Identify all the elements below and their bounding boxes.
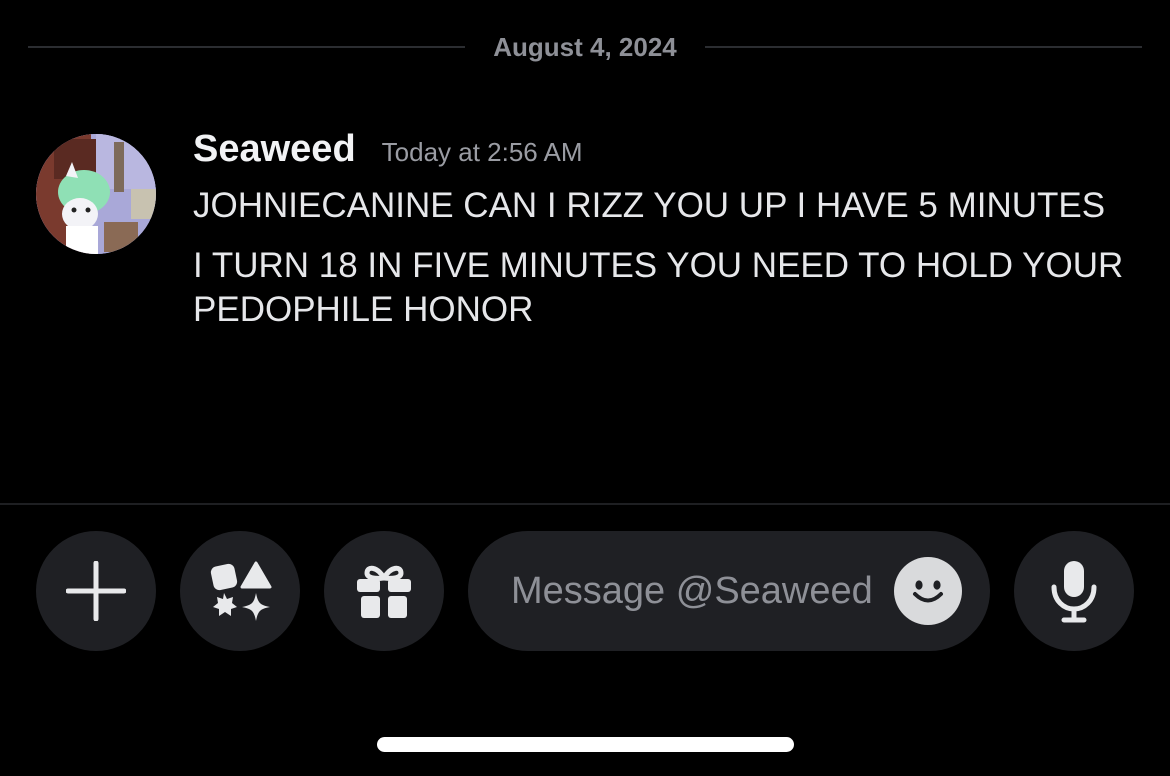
chat-screen: August 4, 2024 Seaweed Today at 2:56 AM … [0,0,1170,776]
gift-button[interactable] [324,531,444,651]
microphone-icon [1051,561,1097,623]
apps-shapes-icon [210,561,272,621]
attach-button[interactable] [36,531,156,651]
divider-line-left [28,46,466,48]
message-text: I TURN 18 IN FIVE MINUTES YOU NEED TO HO… [193,246,1124,329]
emoji-button[interactable] [894,557,962,625]
message-input-placeholder: Message @Seaweed [511,569,873,612]
timestamp: Today at 2:56 AM [381,137,583,167]
message-body: Seaweed Today at 2:56 AM JOHNIECANINE CA… [193,128,1143,332]
smiley-icon [913,580,943,603]
gift-icon [357,565,411,618]
composer-divider [0,503,1170,505]
avatar-image [36,134,156,254]
voice-message-button[interactable] [1014,531,1134,651]
date-divider: August 4, 2024 [28,26,1143,68]
message-header: Seaweed Today at 2:56 AM [193,128,1143,178]
message-text: JOHNIECANINE CAN I RIZZ YOU UP I HAVE 5 … [193,186,1106,225]
avatar[interactable] [36,134,156,254]
home-indicator[interactable] [377,737,794,752]
plus-icon [66,561,126,621]
divider-line-right [704,46,1143,48]
message-input[interactable]: Message @Seaweed [468,531,990,651]
date-label: August 4, 2024 [493,31,677,62]
apps-button[interactable] [180,531,300,651]
username[interactable]: Seaweed [193,128,356,171]
